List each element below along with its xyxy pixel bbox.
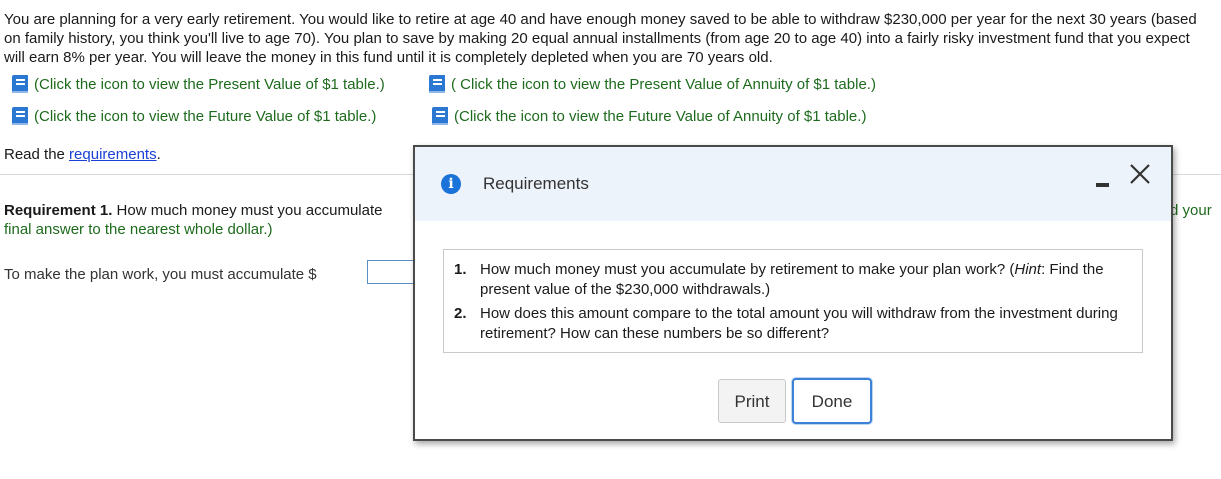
requirement-number: 1. [454, 261, 467, 278]
print-button[interactable]: Print [718, 379, 786, 423]
problem-statement: You are planning for a very early retire… [4, 11, 1197, 66]
dialog-title: Requirements [483, 174, 589, 193]
requirement-1: Requirement 1. How much money must you a… [4, 201, 414, 239]
info-icon: i [441, 174, 461, 194]
requirements-box: 1. How much money must you accumulate by… [443, 249, 1143, 353]
fva-table-label[interactable]: (Click the icon to view the Future Value… [454, 108, 866, 125]
requirement-text: How much money must you accumulate by re… [480, 260, 1134, 300]
requirement-1-text: How much money must you accumulate [112, 202, 383, 219]
requirement-text: How does this amount compare to the tota… [480, 305, 1118, 342]
fv-table-label[interactable]: (Click the icon to view the Future Value… [34, 108, 376, 125]
accumulate-label: To make the plan work, you must accumula… [4, 266, 317, 283]
requirement-pre: How much money must you accumulate by re… [480, 261, 1015, 278]
done-button[interactable]: Done [792, 378, 872, 424]
read-prefix: Read the [4, 146, 70, 163]
read-requirements: Read the requirements. [4, 146, 161, 163]
pva-table-link[interactable]: ( Click the icon to view the Present Val… [427, 74, 876, 94]
requirement-item: 2. How does this amount compare to the t… [454, 304, 1134, 344]
accumulate-input[interactable] [367, 260, 417, 284]
book-icon[interactable] [10, 74, 32, 94]
requirement-item: 1. How much money must you accumulate by… [454, 260, 1134, 300]
minimize-button[interactable] [1093, 177, 1113, 193]
fv-table-link[interactable]: (Click the icon to view the Future Value… [10, 106, 376, 126]
requirement-1-instruction: final answer to the nearest whole dollar… [4, 221, 273, 238]
pv-table-link[interactable]: (Click the icon to view the Present Valu… [10, 74, 385, 94]
fva-table-link[interactable]: (Click the icon to view the Future Value… [430, 106, 866, 126]
requirement-1-fragment: d your [1170, 202, 1212, 219]
requirements-dialog: i Requirements 1. How much money must yo… [413, 145, 1173, 441]
book-icon[interactable] [430, 106, 452, 126]
dialog-header: i Requirements [415, 147, 1171, 221]
requirements-link[interactable]: requirements [69, 146, 157, 163]
book-icon[interactable] [427, 74, 449, 94]
requirement-1-label: Requirement 1. [4, 202, 113, 219]
close-icon[interactable] [1127, 161, 1153, 187]
pv-table-label[interactable]: (Click the icon to view the Present Valu… [34, 76, 385, 93]
book-icon[interactable] [10, 106, 32, 126]
read-suffix: . [156, 146, 161, 163]
hint-label: Hint [1014, 261, 1042, 278]
close-button[interactable] [1127, 161, 1153, 187]
requirement-number: 2. [454, 305, 467, 322]
pva-table-label[interactable]: ( Click the icon to view the Present Val… [451, 76, 876, 93]
